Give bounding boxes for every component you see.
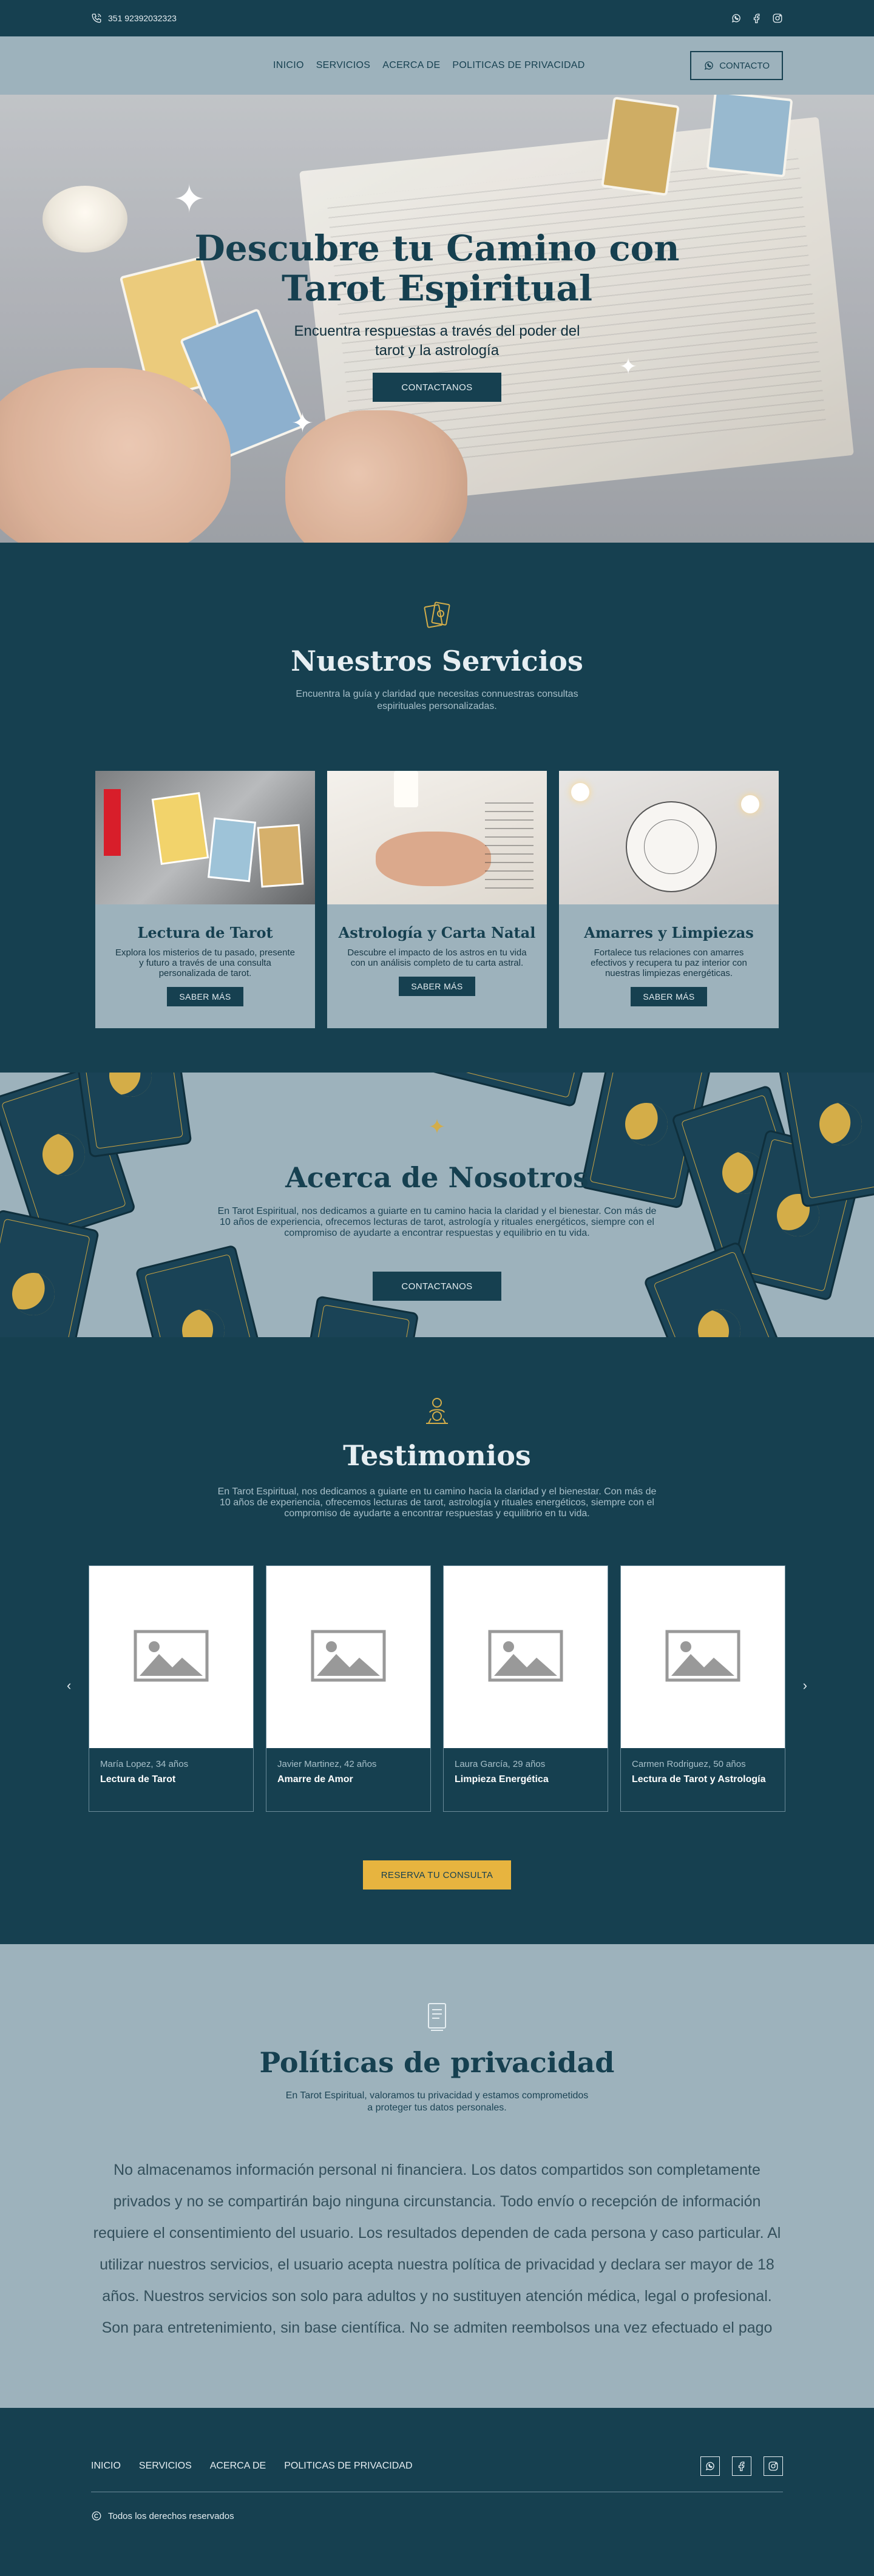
testimonial-card: María Lopez, 34 años Lectura de Tarot (89, 1565, 254, 1812)
phone-number: 351 92392032323 (108, 13, 177, 23)
whatsapp-icon (703, 60, 714, 71)
footer-link-servicios[interactable]: SERVICIOS (139, 2461, 192, 2472)
contact-button[interactable]: CONTACTO (690, 51, 783, 80)
testimonials-carousel: ‹ María Lopez, 34 años Lectura de Tarot J… (0, 1565, 874, 1812)
privacy-section: Políticas de privacidad En Tarot Espirit… (0, 1944, 874, 2408)
nav-link-acerca[interactable]: ACERCA DE (382, 60, 440, 71)
image-placeholder-icon (134, 1630, 209, 1685)
testimonial-author: Carmen Rodriguez, 50 años (632, 1759, 746, 1769)
service-image-astrology (327, 771, 547, 904)
about-section: ✦ Acerca de Nosotros En Tarot Espiritual… (0, 1073, 874, 1337)
top-bar: 351 92392032323 (0, 0, 874, 36)
nav-link-privacidad[interactable]: POLITICAS DE PRIVACIDAD (452, 60, 584, 71)
footer-social-links (700, 2456, 783, 2476)
privacy-body: No almacenamos información personal ni f… (93, 2161, 781, 2336)
services-title: Nuestros Servicios (291, 645, 583, 677)
service-more-button[interactable]: SABER MÁS (167, 987, 243, 1006)
footer-link-privacidad[interactable]: POLITICAS DE PRIVACIDAD (284, 2461, 412, 2472)
sparkle-icon: ✦ (173, 177, 206, 221)
privacy-title: Políticas de privacidad (259, 2046, 615, 2079)
service-image-cleansing (559, 771, 779, 904)
whatsapp-icon[interactable] (700, 2456, 720, 2476)
chevron-right-icon[interactable]: › (803, 1678, 807, 1693)
testimonial-service: Lectura de Tarot y Astrología (632, 1774, 766, 1785)
facebook-icon[interactable] (751, 13, 762, 24)
book-consultation-button[interactable]: RESERVA TU CONSULTA (363, 1860, 511, 1890)
service-title: Astrología y Carta Natal (338, 924, 536, 941)
sparkle-icon: ✦ (291, 408, 314, 438)
testimonials-section: Testimonios En Tarot Espiritual, nos ded… (0, 1337, 874, 1944)
testimonial-card: Carmen Rodriguez, 50 años Lectura de Taro… (620, 1565, 785, 1812)
service-title: Lectura de Tarot (137, 924, 273, 941)
privacy-subtitle: En Tarot Espiritual, valoramos tu privac… (285, 2090, 589, 2113)
service-more-button[interactable]: SABER MÁS (399, 977, 475, 996)
footer: INICIO SERVICIOS ACERCA DE POLITICAS DE … (0, 2408, 874, 2576)
image-placeholder-icon (665, 1630, 740, 1685)
whatsapp-icon[interactable] (731, 13, 742, 24)
testimonial-author: Javier Martinez, 42 años (277, 1759, 377, 1769)
copyright-icon (91, 2510, 102, 2521)
tarot-cards-icon (419, 597, 455, 634)
top-social-links (731, 13, 783, 24)
services-section: Nuestros Servicios Encuentra la guía y c… (0, 543, 874, 1073)
testimonial-author: María Lopez, 34 años (100, 1759, 189, 1769)
fortune-teller-icon (419, 1392, 455, 1428)
nav-links: INICIO SERVICIOS ACERCA DE POLITICAS DE … (273, 60, 585, 71)
testimonials-text: En Tarot Espiritual, nos dedicamos a gui… (217, 1486, 657, 1519)
about-contact-button[interactable]: CONTACTANOS (373, 1272, 501, 1301)
chevron-left-icon[interactable]: ‹ (67, 1678, 71, 1693)
testimonial-card: Javier Martinez, 42 años Amarre de Amor (266, 1565, 431, 1812)
services-grid: Lectura de Tarot Explora los misterios d… (0, 771, 874, 1028)
testimonial-service: Lectura de Tarot (100, 1774, 176, 1785)
about-title: Acerca de Nosotros (285, 1161, 589, 1194)
footer-link-acerca[interactable]: ACERCA DE (210, 2461, 266, 2472)
copyright-text: Todos los derechos reservados (108, 2510, 234, 2521)
service-card-astrology: Astrología y Carta Natal Descubre el imp… (327, 771, 547, 1028)
footer-link-inicio[interactable]: INICIO (91, 2461, 121, 2472)
about-text: En Tarot Espiritual, nos dedicamos a gui… (217, 1206, 657, 1238)
document-icon (419, 1999, 455, 2035)
main-navigation: INICIO SERVICIOS ACERCA DE POLITICAS DE … (0, 36, 874, 95)
facebook-icon[interactable] (732, 2456, 751, 2476)
testimonial-service: Amarre de Amor (277, 1774, 353, 1785)
hero-contact-button[interactable]: CONTACTANOS (373, 373, 501, 402)
testimonial-service: Limpieza Energética (455, 1774, 549, 1785)
instagram-icon[interactable] (764, 2456, 783, 2476)
service-description: Explora los misterios de tu pasado, pres… (115, 947, 295, 978)
nav-link-inicio[interactable]: INICIO (273, 60, 304, 71)
contact-button-label: CONTACTO (719, 60, 770, 71)
services-subtitle: Encuentra la guía y claridad que necesit… (296, 689, 578, 711)
hero-subtitle: Encuentra respuestas a través del poder … (294, 323, 580, 359)
footer-links: INICIO SERVICIOS ACERCA DE POLITICAS DE … (91, 2461, 413, 2472)
service-title: Amarres y Limpiezas (584, 924, 754, 941)
service-more-button[interactable]: SABER MÁS (631, 987, 707, 1006)
service-card-tarot: Lectura de Tarot Explora los misterios d… (95, 771, 315, 1028)
service-card-cleansing: Amarres y Limpiezas Fortalece tus relaci… (559, 771, 779, 1028)
image-placeholder-icon (488, 1630, 563, 1685)
service-description: Fortalece tus relaciones con amarres efe… (591, 947, 747, 978)
copyright: Todos los derechos reservados (91, 2510, 783, 2521)
hero-title: Descubre tu Camino con Tarot Espiritual (194, 228, 680, 309)
service-image-tarot (95, 771, 315, 904)
sparkle-icon: ✦ (428, 1116, 446, 1139)
instagram-icon[interactable] (772, 13, 783, 24)
testimonials-title: Testimonios (343, 1439, 531, 1472)
nav-link-servicios[interactable]: SERVICIOS (316, 60, 371, 71)
hero-section: ✦ ✦ ✦ Descubre tu Camino con Tarot Espiri… (0, 95, 874, 543)
testimonial-card: Laura García, 29 años Limpieza Energética (443, 1565, 608, 1812)
image-placeholder-icon (311, 1630, 386, 1685)
phone-contact[interactable]: 351 92392032323 (91, 13, 177, 24)
decorative-tarot-card (291, 1295, 419, 1337)
service-description: Descubre el impacto de los astros en tu … (347, 947, 527, 968)
phone-icon (91, 13, 102, 24)
testimonial-author: Laura García, 29 años (455, 1759, 546, 1769)
